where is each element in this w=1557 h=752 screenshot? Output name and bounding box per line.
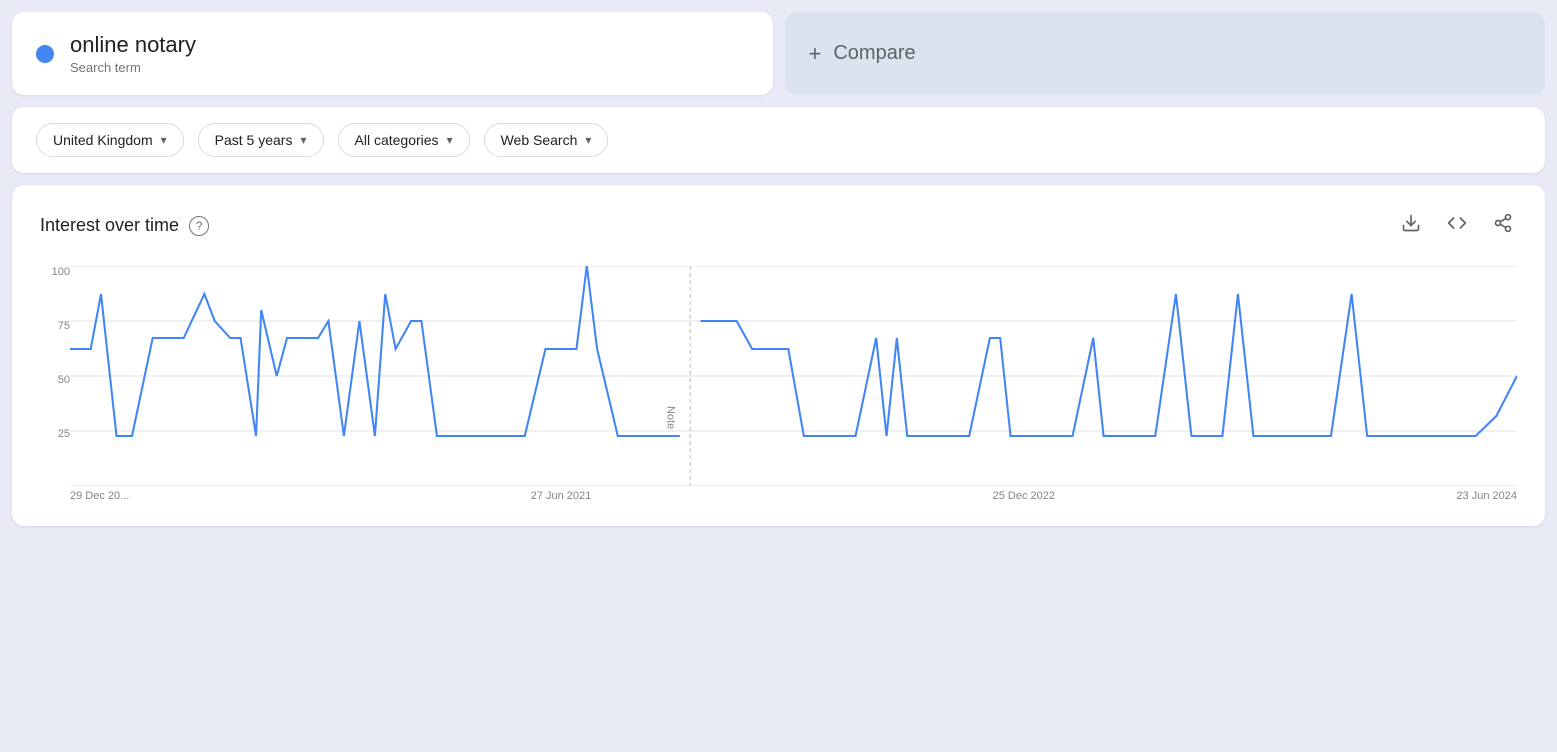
x-label-jun21: 27 Jun 2021 <box>531 490 592 502</box>
region-filter-label: United Kingdom <box>53 132 153 148</box>
y-label-25: 25 <box>40 428 70 440</box>
y-label-50: 50 <box>40 374 70 386</box>
category-filter[interactable]: All categories ▾ <box>338 123 470 157</box>
x-axis: 29 Dec 20... 27 Jun 2021 25 Dec 2022 23 … <box>70 490 1517 502</box>
x-label-dec22: 25 Dec 2022 <box>993 490 1055 502</box>
search-dot-indicator <box>36 45 54 63</box>
chart-plot-area: Note 29 Dec 20... 27 Jun 2021 25 Dec 202… <box>70 266 1517 502</box>
compare-card[interactable]: + Compare <box>785 12 1546 95</box>
search-title: online notary <box>70 32 196 58</box>
x-label-dec20: 29 Dec 20... <box>70 490 129 502</box>
category-chevron-icon: ▾ <box>447 133 453 147</box>
interest-over-time-card: Interest over time ? <box>12 185 1545 526</box>
search-type-filter-label: Web Search <box>501 132 578 148</box>
region-chevron-icon: ▾ <box>161 133 167 147</box>
svg-text:Note: Note <box>664 406 676 429</box>
time-filter-label: Past 5 years <box>215 132 293 148</box>
time-chevron-icon: ▾ <box>300 133 306 147</box>
search-term-card: online notary Search term <box>12 12 773 95</box>
download-button[interactable] <box>1397 209 1425 242</box>
chart-header: Interest over time ? <box>40 209 1517 242</box>
search-subtitle: Search term <box>70 60 196 75</box>
help-icon[interactable]: ? <box>189 216 209 236</box>
y-axis: 100 75 50 25 <box>40 266 70 502</box>
category-filter-label: All categories <box>355 132 439 148</box>
region-filter[interactable]: United Kingdom ▾ <box>36 123 184 157</box>
compare-label: Compare <box>833 42 915 65</box>
chart-svg: Note <box>70 266 1517 486</box>
x-label-jun24: 23 Jun 2024 <box>1456 490 1517 502</box>
share-button[interactable] <box>1489 209 1517 242</box>
chart-title: Interest over time <box>40 215 179 236</box>
search-type-chevron-icon: ▾ <box>585 133 591 147</box>
filters-bar: United Kingdom ▾ Past 5 years ▾ All cate… <box>12 107 1545 173</box>
y-label-75: 75 <box>40 320 70 332</box>
y-label-100: 100 <box>40 266 70 278</box>
search-type-filter[interactable]: Web Search ▾ <box>484 123 609 157</box>
search-text-group: online notary Search term <box>70 32 196 75</box>
chart-title-group: Interest over time ? <box>40 215 209 236</box>
time-filter[interactable]: Past 5 years ▾ <box>198 123 324 157</box>
chart-container: 100 75 50 25 Note <box>40 266 1517 502</box>
chart-actions <box>1397 209 1517 242</box>
embed-button[interactable] <box>1443 209 1471 242</box>
compare-plus-icon: + <box>809 41 822 67</box>
